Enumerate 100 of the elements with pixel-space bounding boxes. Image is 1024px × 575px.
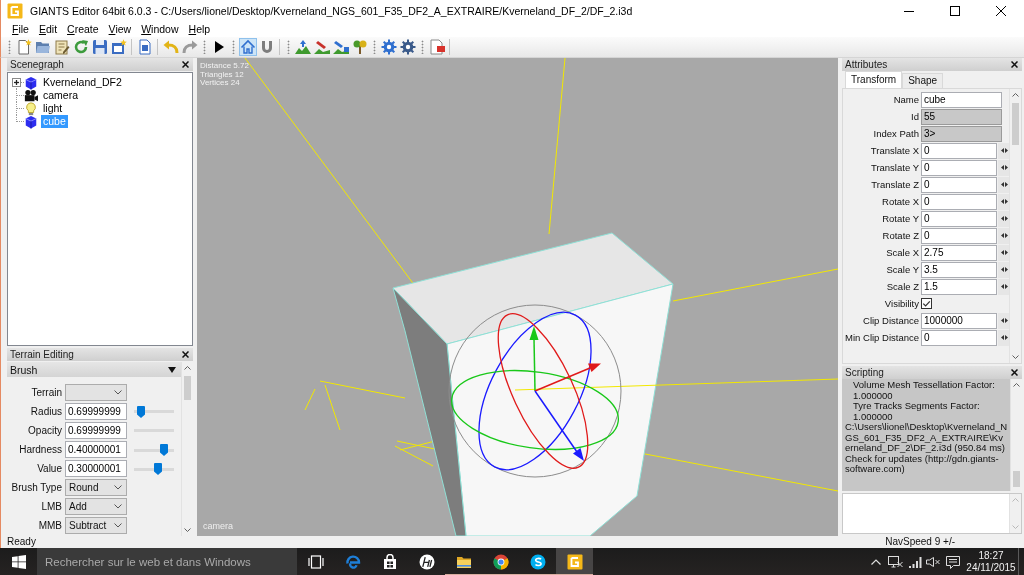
checkbox[interactable] (921, 298, 932, 309)
clock[interactable]: 18:27 24/11/2015 (964, 548, 1018, 575)
tab[interactable]: Shape (902, 73, 944, 88)
input-field[interactable]: 0.40000001 (65, 441, 127, 458)
gear-icon (380, 39, 397, 55)
search-field[interactable]: Rechercher sur le web et dans Windows (37, 548, 297, 575)
field-label: LMB (40, 501, 63, 512)
tree-item[interactable]: camera (41, 89, 80, 102)
toolbar-grip[interactable] (421, 40, 424, 54)
spin-button[interactable] (998, 261, 1010, 278)
task-view-icon (307, 555, 324, 569)
field-label: MMB (37, 520, 63, 531)
tree-item[interactable]: light (41, 102, 65, 115)
input-field[interactable]: 0 (921, 210, 997, 227)
gear-icon (399, 39, 416, 55)
toolbar-grip[interactable] (8, 40, 11, 54)
toolbar-button[interactable] (398, 38, 417, 56)
circle-logo-icon (492, 554, 509, 570)
toolbar-button[interactable] (52, 38, 71, 56)
scroll-thumb[interactable] (184, 376, 191, 400)
spin-button[interactable] (998, 329, 1010, 346)
input-field[interactable]: 0.30000001 (65, 460, 127, 477)
toolbar-grip[interactable] (232, 40, 235, 54)
caret-down-icon[interactable] (168, 366, 176, 373)
close-icon[interactable] (182, 351, 189, 358)
spin-button[interactable] (998, 142, 1010, 159)
input-field[interactable]: 2.75 (921, 244, 997, 261)
spin-button[interactable] (998, 227, 1010, 244)
scroll-thumb[interactable] (1013, 471, 1020, 487)
toolbar-grip[interactable] (203, 40, 206, 54)
close-icon[interactable] (1011, 61, 1018, 68)
dropdown[interactable]: Round (65, 479, 127, 496)
input-field[interactable]: 1.5 (921, 278, 997, 295)
rotation-ring[interactable] (497, 313, 589, 469)
menu-item[interactable]: Help (183, 22, 216, 37)
expand-icon[interactable] (12, 78, 21, 87)
input-field: 3> (921, 125, 1002, 142)
dropdown[interactable]: Subtract (65, 517, 127, 534)
close-icon[interactable] (1011, 369, 1018, 376)
input-field[interactable]: cube (921, 91, 1002, 108)
spin-arrows-icon (1000, 318, 1008, 323)
dropdown[interactable]: Add (65, 498, 127, 515)
spin-button[interactable] (998, 278, 1010, 295)
input-field[interactable]: 1000000 (921, 312, 997, 329)
rotation-ring[interactable] (451, 370, 619, 450)
cube-icon (24, 75, 38, 90)
spin-button[interactable] (998, 210, 1010, 227)
field-label: Brush Type (10, 482, 63, 493)
scrollbar[interactable] (1010, 379, 1022, 491)
menu-item[interactable]: Edit (33, 22, 63, 37)
cube-model[interactable] (392, 232, 674, 536)
log-line: Tyre Tracks Segments Factor: 1.000000 (852, 401, 981, 422)
tab[interactable]: Transform (845, 71, 903, 88)
menu-item[interactable]: Create (62, 22, 104, 37)
menu-item[interactable]: View (103, 22, 137, 37)
spin-arrows-icon (1000, 284, 1008, 289)
input-field[interactable]: 0 (921, 329, 997, 346)
slider-thumb[interactable] (136, 405, 145, 418)
chevron-up-icon[interactable] (1012, 93, 1019, 97)
menu-item[interactable]: Window (136, 22, 184, 37)
chevron-down-icon[interactable] (184, 528, 191, 532)
terrain-fill-icon (332, 39, 349, 55)
scrollbar[interactable] (1009, 89, 1021, 363)
rotation-ring[interactable] (478, 311, 592, 471)
spin-arrows-icon (1000, 335, 1008, 340)
toolbar-grip[interactable] (287, 40, 290, 54)
slider-thumb[interactable] (153, 462, 162, 475)
scroll-thumb[interactable] (1012, 103, 1019, 145)
spin-button[interactable] (998, 176, 1010, 193)
input-field[interactable]: 0 (921, 193, 997, 210)
chevron-down-icon[interactable] (1012, 355, 1019, 359)
spin-button[interactable] (998, 244, 1010, 261)
taskbar-app[interactable] (556, 548, 593, 575)
spin-button[interactable] (998, 159, 1010, 176)
section-header[interactable]: Brush (7, 362, 181, 377)
chevron-up-icon[interactable] (1013, 383, 1020, 387)
input-field[interactable]: 0 (921, 176, 997, 193)
input-field[interactable]: 3.5 (921, 261, 997, 278)
input-field[interactable]: 0.69999999 (65, 403, 127, 420)
spin-button[interactable] (998, 312, 1010, 329)
input-field[interactable]: 0 (921, 159, 997, 176)
input-field[interactable]: 0.69999999 (65, 422, 127, 439)
axis-arrow[interactable] (534, 363, 601, 392)
toolbar-grip[interactable] (373, 40, 376, 54)
slider-thumb[interactable] (160, 443, 169, 456)
script-input[interactable] (842, 493, 1022, 534)
input-field[interactable]: 0 (921, 142, 997, 159)
close-icon (996, 6, 1006, 16)
axis-arrow[interactable] (534, 390, 584, 461)
chevron-down-icon (114, 390, 122, 395)
shopping-bag-icon (381, 554, 398, 570)
input-field[interactable]: 0 (921, 227, 997, 244)
chevron-up-icon[interactable] (184, 366, 191, 370)
close-icon[interactable] (182, 61, 189, 68)
notepad-icon (53, 39, 70, 55)
menu-item[interactable]: File (7, 22, 34, 37)
axis-arrow[interactable] (529, 326, 539, 392)
spin-button[interactable] (998, 193, 1010, 210)
field-label: Translate Z (870, 179, 920, 190)
tree-item[interactable]: Kverneland_DF2 (41, 76, 124, 89)
